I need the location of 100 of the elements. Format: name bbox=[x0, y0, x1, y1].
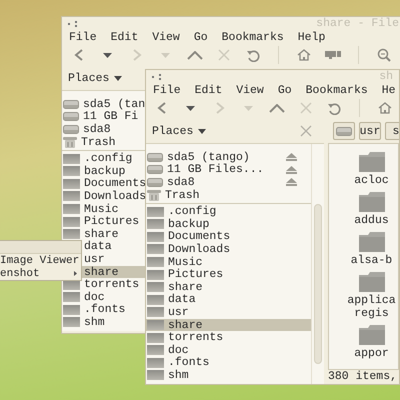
drive-icon bbox=[63, 124, 79, 134]
folder-icon bbox=[147, 345, 164, 356]
caret-icon[interactable] bbox=[103, 52, 112, 58]
close-icon[interactable] bbox=[300, 125, 312, 137]
folder-item[interactable]: applica regis bbox=[332, 272, 399, 320]
menu-item[interactable]: Go bbox=[270, 84, 299, 96]
menu-item[interactable]: Bookmarks bbox=[298, 84, 375, 96]
folder-icon bbox=[63, 317, 80, 328]
folder-icon bbox=[63, 216, 80, 227]
menu-item[interactable]: File bbox=[62, 30, 104, 44]
status-text: 380 items, bbox=[328, 370, 398, 383]
menu-item[interactable]: He bbox=[374, 84, 399, 96]
sidebar-item[interactable]: backup bbox=[146, 218, 311, 231]
menu-item[interactable]: Bookmarks bbox=[214, 30, 291, 44]
sidebar-item[interactable]: Pictures bbox=[62, 215, 146, 228]
places-dropdown[interactable]: Places bbox=[68, 72, 122, 84]
sidebar-item[interactable]: .config bbox=[62, 152, 146, 165]
folder-icon bbox=[63, 292, 80, 302]
home-icon[interactable] bbox=[296, 49, 310, 61]
sidebar-item[interactable]: Documents bbox=[146, 230, 311, 244]
folder-icon bbox=[63, 166, 80, 176]
sidebar-item[interactable]: data bbox=[146, 294, 311, 306]
caret-icon[interactable] bbox=[186, 106, 196, 110]
sidebar-item[interactable]: .config bbox=[146, 205, 311, 218]
folder-icon bbox=[147, 232, 164, 242]
menu-item[interactable]: Image Viewer bbox=[0, 254, 81, 267]
submenu-arrow-icon bbox=[74, 271, 77, 276]
eject-icon[interactable] bbox=[286, 153, 297, 162]
sidebar-item[interactable]: 11 GB Fi bbox=[62, 110, 146, 124]
folder-icon bbox=[63, 154, 80, 164]
folder-icon bbox=[63, 178, 80, 189]
sidebar-item[interactable]: shm bbox=[62, 316, 146, 329]
sidebar-item[interactable]: torrents bbox=[62, 278, 146, 291]
sidebar-item[interactable]: .fonts bbox=[146, 356, 311, 370]
path-button[interactable] bbox=[333, 122, 355, 140]
folder-item[interactable]: appor bbox=[332, 325, 399, 360]
sidebar-item[interactable]: sda8 bbox=[146, 176, 311, 189]
path-button[interactable]: usr bbox=[359, 122, 381, 140]
folder-item[interactable]: acloc bbox=[332, 152, 399, 187]
menu-item[interactable]: File bbox=[146, 84, 188, 96]
home-icon[interactable] bbox=[378, 102, 392, 114]
folder-icon bbox=[63, 304, 80, 315]
sidebar-item[interactable]: doc bbox=[146, 344, 311, 356]
reload-icon[interactable] bbox=[246, 48, 260, 62]
sidebar-item[interactable]: Downloads bbox=[146, 243, 311, 256]
zoom-icon[interactable] bbox=[376, 48, 390, 62]
sidebar-item[interactable]: backup bbox=[62, 164, 146, 178]
sidebar-item[interactable]: share bbox=[62, 228, 146, 241]
sidebar-item[interactable]: share bbox=[146, 318, 311, 332]
sidebar-item[interactable]: sda8 bbox=[62, 123, 146, 136]
menu-item[interactable]: Edit bbox=[188, 84, 230, 96]
sidebar-item[interactable]: Pictures bbox=[146, 268, 311, 281]
folder-icon bbox=[147, 282, 164, 292]
folder-icon bbox=[147, 332, 164, 343]
sidebar-item[interactable]: Music bbox=[146, 256, 311, 268]
drive-icon bbox=[147, 152, 163, 162]
scrollbar[interactable] bbox=[311, 144, 324, 384]
computer-icon[interactable] bbox=[324, 51, 340, 59]
drive-icon bbox=[147, 178, 163, 187]
menu-item[interactable]: View bbox=[229, 84, 271, 96]
folder-icon bbox=[358, 232, 384, 252]
sidebar-item[interactable]: share bbox=[146, 280, 311, 294]
folder-icon bbox=[147, 294, 164, 305]
drive-icon bbox=[63, 112, 79, 122]
folder-item[interactable]: alsa-b bbox=[332, 232, 399, 267]
trash-icon bbox=[147, 190, 161, 201]
window-menu-icon[interactable] bbox=[68, 20, 78, 27]
sidebar-item[interactable]: usr bbox=[146, 306, 311, 319]
sidebar-item[interactable]: Downloads bbox=[62, 190, 146, 203]
sidebar-item[interactable]: sda5 (tan bbox=[62, 98, 146, 111]
eject-icon[interactable] bbox=[286, 178, 297, 186]
sidebar-item[interactable]: sda5 (tango) bbox=[146, 151, 311, 164]
sidebar-item[interactable]: shm bbox=[146, 369, 311, 382]
sidebar-item[interactable]: torrents bbox=[146, 331, 311, 344]
sidebar-item[interactable]: doc bbox=[62, 290, 146, 304]
eject-icon[interactable] bbox=[286, 166, 297, 174]
menu-item[interactable]: Edit bbox=[104, 30, 146, 44]
menu-item[interactable]: View bbox=[145, 30, 187, 44]
caret-icon bbox=[198, 128, 206, 134]
folder-item[interactable]: addus bbox=[332, 192, 399, 227]
window-menu-icon[interactable] bbox=[152, 73, 162, 80]
places-dropdown[interactable]: Places bbox=[152, 124, 206, 138]
sidebar-item[interactable]: Music bbox=[62, 202, 146, 216]
caret-icon bbox=[114, 76, 122, 80]
sidebar-item[interactable]: .fonts bbox=[62, 304, 146, 316]
folder-icon bbox=[147, 219, 164, 230]
sidebar-item[interactable]: Documents bbox=[62, 178, 146, 190]
folder-icon bbox=[358, 272, 384, 292]
folder-icon bbox=[147, 358, 164, 368]
path-button[interactable]: s bbox=[385, 122, 399, 140]
sidebar-item[interactable]: Trash bbox=[62, 136, 146, 148]
folder-icon bbox=[63, 204, 80, 214]
sidebar-item[interactable]: 11 GB Files... bbox=[146, 164, 311, 176]
folder-icon bbox=[358, 325, 384, 345]
reload-icon[interactable] bbox=[327, 102, 342, 114]
folder-icon bbox=[147, 370, 164, 380]
sidebar-item[interactable]: Trash bbox=[146, 188, 311, 202]
folder-icon bbox=[63, 229, 80, 240]
menu-item[interactable]: Help bbox=[290, 30, 332, 44]
menu-item[interactable]: Go bbox=[186, 30, 215, 44]
